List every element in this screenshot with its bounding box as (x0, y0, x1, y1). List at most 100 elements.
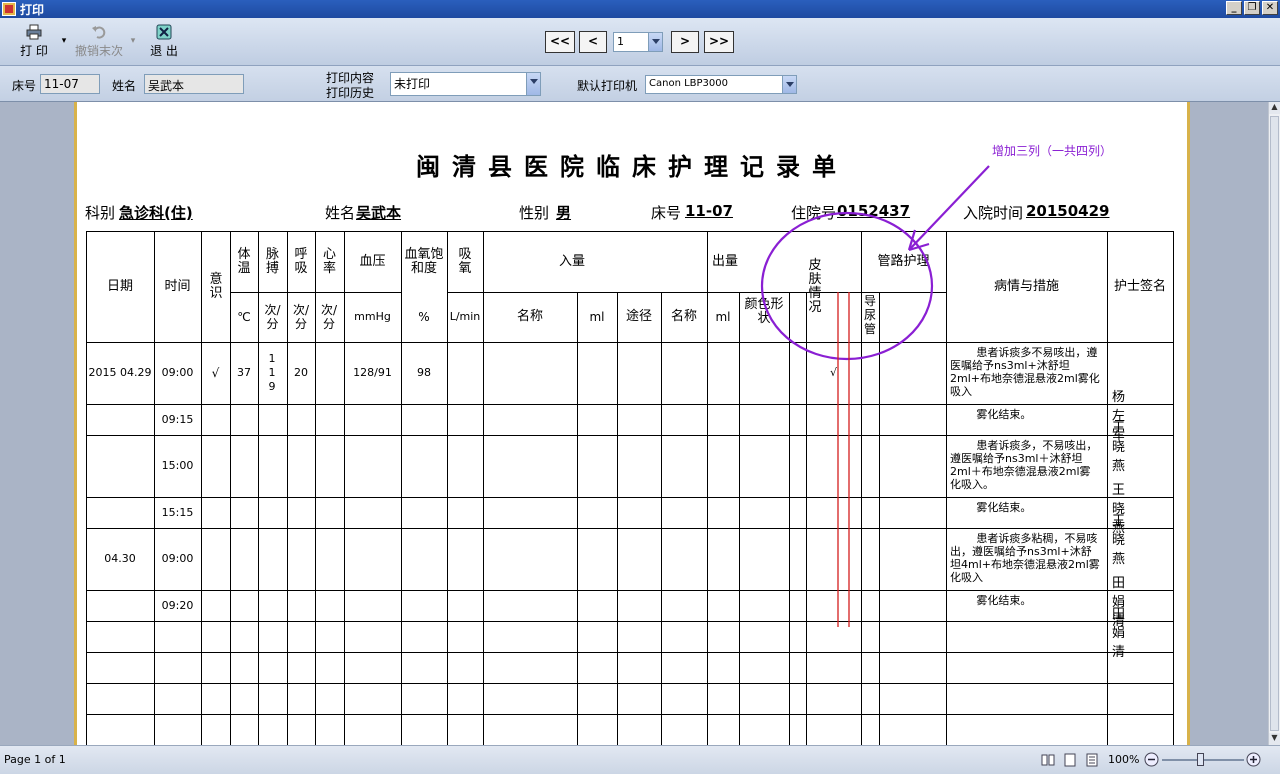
header-nurse: 护士签名 (1113, 278, 1166, 294)
next-page-button[interactable]: > (671, 31, 699, 53)
cell-condition: 雾化结束。 (976, 408, 1032, 421)
cell-resp: 20 (294, 366, 308, 379)
undo-dropdown-arrow[interactable]: ▾ (129, 36, 137, 46)
cell-spo2: 98 (417, 366, 431, 379)
cell-resp (287, 404, 315, 435)
scroll-up-arrow[interactable]: ▲ (1269, 102, 1280, 114)
undo-last-button[interactable]: 撤销末次 (72, 24, 126, 59)
cell-condition: 雾化结束。 (976, 594, 1032, 607)
unit-temp: ℃ (237, 310, 251, 324)
cell-pulse (265, 497, 279, 528)
cell-date (86, 435, 154, 497)
minimize-button[interactable]: _ (1226, 1, 1242, 15)
cell-date (86, 404, 154, 435)
admission-no-label: 住院号 (791, 204, 837, 222)
print-dropdown-arrow[interactable]: ▾ (60, 36, 68, 46)
unit-pulse: 次/分 (264, 303, 281, 331)
chevron-down-icon[interactable] (782, 76, 796, 93)
header-bp: 血压 (359, 253, 386, 269)
chevron-down-icon[interactable] (648, 33, 662, 51)
cell-date: 04.30 (104, 552, 136, 565)
unit-spo2: % (418, 310, 430, 324)
cell-skin (806, 528, 861, 590)
header-output: 出量 (711, 253, 738, 269)
zoom-slider-thumb[interactable] (1197, 753, 1204, 766)
header-pulse: 脉搏 (265, 246, 279, 276)
printer-icon (26, 24, 42, 40)
first-page-button[interactable]: << (545, 31, 575, 53)
cell-bp (344, 590, 401, 621)
zoom-out-icon[interactable] (1144, 752, 1159, 767)
toolbar: 打 印 ▾ 撤销末次 ▾ 退 出 << < 1 > >> (0, 18, 1280, 66)
cell-bp (344, 404, 401, 435)
cell-pulse: 119 (268, 352, 276, 393)
cell-temp (230, 497, 258, 528)
exit-button[interactable]: 退 出 (144, 24, 184, 59)
name-label: 姓名 (112, 79, 137, 93)
column-divider (315, 231, 316, 745)
header-heart: 心率 (322, 246, 336, 276)
print-content-select[interactable]: 未打印 (390, 72, 541, 96)
zoom-level: 100% (1108, 753, 1140, 766)
subheader-output-name: 名称 (670, 309, 697, 324)
chevron-down-icon[interactable] (526, 73, 540, 95)
row-divider (86, 683, 1173, 684)
window-title: 打印 (20, 2, 45, 17)
app-icon (2, 2, 16, 16)
row-divider (86, 621, 1173, 622)
subcolumn-divider (739, 292, 740, 745)
record-page: 闽清县医院临床护理记录单 科别 急诊科(住) 姓名 吴武本 性别 男 床号 11… (74, 102, 1190, 745)
cell-time: 09:00 (161, 366, 194, 379)
cell-temp (230, 435, 258, 497)
cell-pulse (265, 435, 279, 497)
cell-condition: 患者诉痰多，不易咳出，遵医嘱给予ns3ml＋沐舒坦2ml＋布地奈德混悬液2ml雾… (950, 439, 1098, 491)
bed-field[interactable]: 11-07 (40, 74, 100, 94)
page-select[interactable]: 1 (613, 32, 663, 52)
cell-resp (287, 528, 315, 590)
close-button[interactable]: ✕ (1262, 1, 1278, 15)
single-page-view-icon[interactable] (1063, 753, 1077, 767)
print-window: 打印 _ ❐ ✕ 打 印 ▾ 撤销末次 ▾ 退 出 << < 1 > >> 床号… (0, 0, 1280, 774)
unit-heart: 次/分 (320, 303, 338, 331)
cell-conscious: √ (211, 366, 220, 380)
subheader-output-color: 颜色形状 (744, 297, 784, 326)
prev-page-button[interactable]: < (579, 31, 607, 53)
last-page-button[interactable]: >> (704, 31, 734, 53)
restore-button[interactable]: ❐ (1244, 1, 1260, 15)
cell-spo2 (401, 404, 447, 435)
subcolumn-divider (577, 292, 578, 745)
page-select-value: 1 (617, 35, 624, 48)
page-info: Page 1 of 1 (4, 753, 66, 766)
subcolumn-divider (661, 292, 662, 745)
vertical-scrollbar[interactable]: ▲ ▼ (1268, 102, 1280, 745)
dept-label: 科别 (85, 204, 116, 222)
unit-bp: mmHg (354, 310, 391, 323)
multi-page-view-icon[interactable] (1041, 753, 1055, 767)
cell-resp (287, 435, 315, 497)
name-field[interactable]: 吴武本 (144, 74, 244, 94)
patient-name-label: 姓名 (325, 204, 356, 222)
exit-icon (156, 24, 172, 40)
print-button[interactable]: 打 印 (14, 24, 54, 59)
cell-conscious (201, 435, 230, 497)
print-preview[interactable]: 闽清县医院临床护理记录单 科别 急诊科(住) 姓名 吴武本 性别 男 床号 11… (0, 102, 1268, 745)
cell-nurse: 田娟清 (1112, 607, 1126, 660)
filter-bar: 床号 11-07 姓名 吴武本 打印内容 打印历史 未打印 默认打印机 Cano… (0, 66, 1280, 102)
admission-time-value: 20150429 (1026, 202, 1110, 220)
cell-time: 09:20 (161, 598, 194, 612)
print-history-label: 打印历史 (326, 86, 375, 100)
cell-bp: 128/91 (353, 366, 392, 379)
cell-condition: 患者诉痰多粘稠，不易咳出，遵医嘱给予ns3ml+沐舒坦4ml+布地奈德混悬液2m… (950, 532, 1100, 584)
cell-skin (806, 435, 861, 497)
scroll-down-arrow[interactable]: ▼ (1269, 733, 1280, 745)
printer-label: 默认打印机 (577, 79, 638, 93)
dept-value: 急诊科(住) (119, 204, 193, 222)
cell-spo2 (401, 590, 447, 621)
continuous-view-icon[interactable] (1085, 753, 1099, 767)
printer-select[interactable]: Canon LBP3000 (645, 75, 797, 94)
scroll-thumb[interactable] (1270, 116, 1279, 731)
cell-skin: √ (829, 366, 837, 379)
subheader-output-ml: ml (715, 310, 731, 324)
zoom-in-icon[interactable] (1246, 752, 1261, 767)
cell-conscious (201, 590, 230, 621)
